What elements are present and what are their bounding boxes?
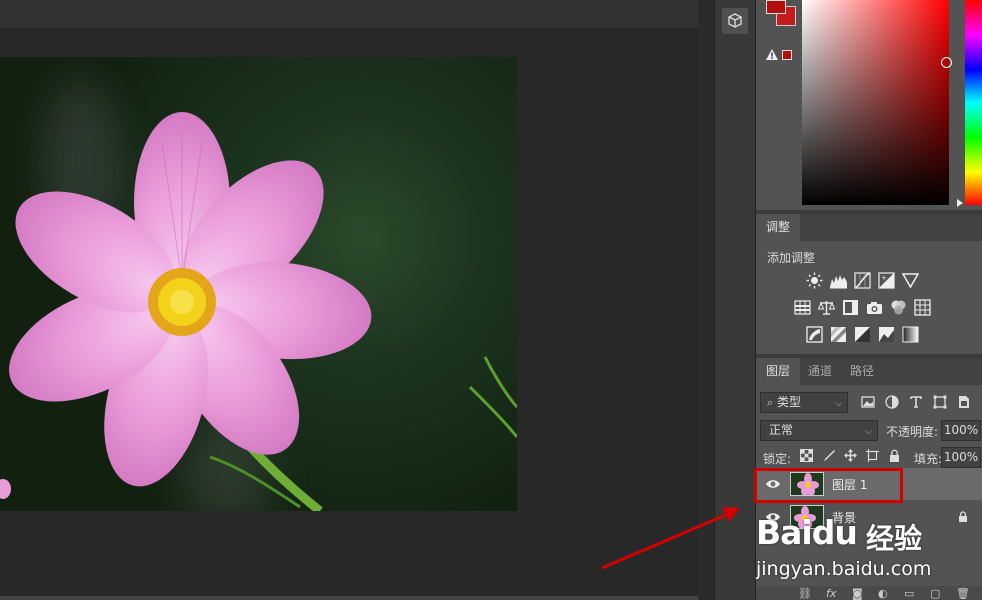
pixel-layer-filter-icon[interactable] xyxy=(860,394,876,410)
hue-saturation-icon[interactable] xyxy=(794,299,811,316)
layer-kind-filter[interactable]: ⌕ 类型 ⌵ xyxy=(760,392,848,413)
link-layers-icon[interactable]: ⛓ xyxy=(798,587,812,600)
layers-tab-bar: 图层 通道 路径 xyxy=(756,358,982,385)
chevron-down-icon: ⌵ xyxy=(865,427,872,437)
new-adjustment-layer-icon[interactable]: ◐ xyxy=(878,587,888,600)
adjustment-icons-row-3 xyxy=(806,326,919,343)
tab-channels[interactable]: 通道 xyxy=(798,358,842,385)
baidu-watermark-brand: 经验 xyxy=(866,522,923,555)
shape-layer-filter-icon[interactable] xyxy=(932,394,948,410)
highlight-annotation-box xyxy=(754,468,903,503)
vibrance-icon[interactable] xyxy=(902,272,919,289)
annotation-arrow-icon xyxy=(601,507,740,570)
fill-input[interactable]: 100% xyxy=(941,447,981,468)
tab-layers[interactable]: 图层 xyxy=(756,358,801,385)
lock-position-icon[interactable] xyxy=(844,449,857,462)
brightness-contrast-icon[interactable] xyxy=(806,272,823,289)
selective-color-icon[interactable] xyxy=(878,326,895,343)
exposure-icon[interactable]: + xyxy=(878,272,895,289)
gamut-warning-icon[interactable] xyxy=(766,49,778,61)
baidu-watermark-logo: Baidu xyxy=(756,513,858,552)
chevron-down-icon: ⌵ xyxy=(835,399,842,409)
curves-icon[interactable] xyxy=(854,272,871,289)
svg-text:+: + xyxy=(881,274,887,282)
adjustment-icons-row-2 xyxy=(794,299,931,316)
opacity-label: 不透明度: xyxy=(886,425,939,439)
fill-label: 填充: xyxy=(914,452,943,466)
blend-mode-select[interactable]: 正常 ⌵ xyxy=(760,420,878,441)
type-layer-filter-icon[interactable] xyxy=(908,394,924,410)
baidu-watermark-url: jingyan.baidu.com xyxy=(756,558,932,580)
color-picker-field[interactable] xyxy=(802,0,949,205)
channel-mixer-icon[interactable] xyxy=(890,299,907,316)
horizontal-scrollbar[interactable] xyxy=(0,596,698,600)
layer-filter-icons xyxy=(860,394,972,410)
new-group-icon[interactable]: ▭ xyxy=(904,587,914,600)
document-image-flower[interactable] xyxy=(0,57,517,511)
photo-filter-icon[interactable] xyxy=(866,299,883,316)
search-icon: ⌕ xyxy=(767,396,774,409)
tab-adjustments[interactable]: 调整 xyxy=(756,214,801,241)
layers-panel-footer: ⛓ fx ◙ ◐ ▭ ▢ 🗑 xyxy=(756,586,982,600)
layer-kind-filter-value: 类型 xyxy=(777,395,802,409)
posterize-icon[interactable] xyxy=(830,326,847,343)
lock-transparent-pixels-icon[interactable] xyxy=(800,449,813,462)
adjustment-icons-row-1: + xyxy=(806,272,919,289)
3d-panel-button[interactable] xyxy=(722,8,748,34)
gamut-color-swatch[interactable] xyxy=(782,50,792,60)
opacity-input[interactable]: 100% xyxy=(941,420,981,441)
smart-object-filter-icon[interactable] xyxy=(956,394,972,410)
color-lookup-icon[interactable] xyxy=(914,299,931,316)
invert-icon[interactable] xyxy=(806,326,823,343)
foreground-color-swatch[interactable] xyxy=(766,0,786,14)
color-balance-icon[interactable] xyxy=(818,299,835,316)
document-tab-strip xyxy=(0,0,698,28)
threshold-icon[interactable] xyxy=(854,326,871,343)
layer-style-fx-icon[interactable]: fx xyxy=(826,587,836,600)
cube-icon xyxy=(728,13,742,28)
add-mask-icon[interactable]: ◙ xyxy=(852,587,863,600)
color-picker-cursor[interactable] xyxy=(941,57,952,68)
layer-locked-icon xyxy=(959,511,967,522)
gradient-map-icon[interactable] xyxy=(902,326,919,343)
lock-artboard-icon[interactable] xyxy=(866,449,879,462)
tab-paths[interactable]: 路径 xyxy=(840,358,884,385)
lock-icons xyxy=(800,449,901,462)
flower-illustration xyxy=(0,112,517,511)
lock-label: 锁定: xyxy=(763,452,792,466)
adjustments-tab-bar: 调整 xyxy=(756,214,982,241)
lock-image-pixels-icon[interactable] xyxy=(822,449,835,462)
hue-slider-handle[interactable] xyxy=(957,199,963,207)
adjustment-layer-filter-icon[interactable] xyxy=(884,394,900,410)
lock-all-icon[interactable] xyxy=(888,449,901,462)
hue-slider[interactable] xyxy=(965,0,982,205)
new-layer-icon[interactable]: ▢ xyxy=(930,587,940,600)
add-adjustment-label: 添加调整 xyxy=(767,251,816,265)
levels-icon[interactable] xyxy=(830,272,847,289)
black-white-icon[interactable] xyxy=(842,299,859,316)
delete-layer-icon[interactable]: 🗑 xyxy=(956,587,970,600)
blend-mode-value: 正常 xyxy=(769,423,794,437)
